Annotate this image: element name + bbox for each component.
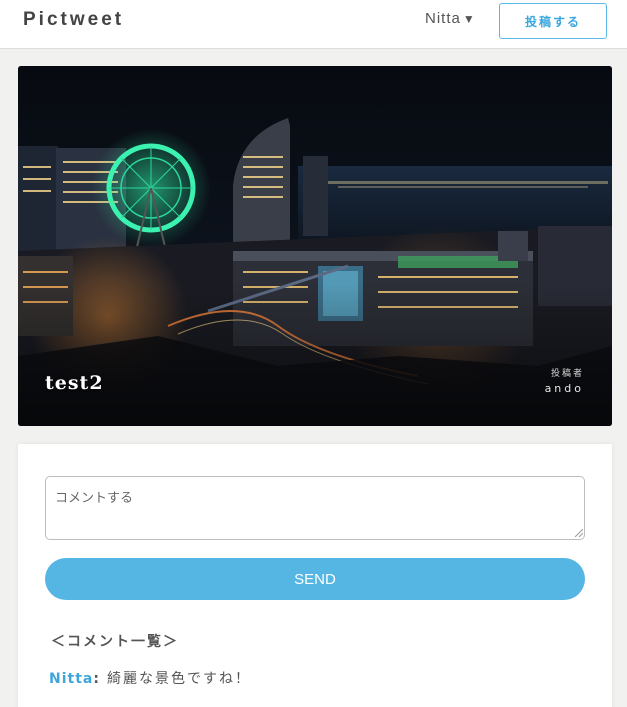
- tweet-image-card[interactable]: test2 投稿者 ando: [18, 66, 612, 426]
- send-button[interactable]: SEND: [45, 558, 585, 600]
- comment-text: 綺麗な景色ですね！: [106, 671, 251, 687]
- poster-name[interactable]: ando: [545, 382, 584, 395]
- comment-input[interactable]: [45, 476, 585, 540]
- header-bar: Pictweet Nitta ▼ 投稿する: [0, 0, 627, 49]
- app-logo[interactable]: Pictweet: [23, 9, 124, 31]
- comment-item: Nitta: 綺麗な景色ですね！: [49, 668, 251, 688]
- user-name: Nitta: [425, 10, 461, 27]
- comment-separator: :: [93, 671, 101, 687]
- poster-label: 投稿者: [550, 369, 584, 379]
- comment-section: SEND ＜コメント一覧＞ Nitta: 綺麗な景色ですね！: [18, 444, 612, 707]
- comment-list-heading: ＜コメント一覧＞: [51, 634, 179, 650]
- post-button[interactable]: 投稿する: [499, 3, 607, 39]
- tweet-photo: [18, 66, 612, 426]
- comment-author[interactable]: Nitta: [49, 671, 93, 687]
- chevron-down-icon: ▼: [462, 12, 476, 26]
- user-menu[interactable]: Nitta ▼: [425, 10, 476, 27]
- tweet-title: test2: [45, 372, 104, 394]
